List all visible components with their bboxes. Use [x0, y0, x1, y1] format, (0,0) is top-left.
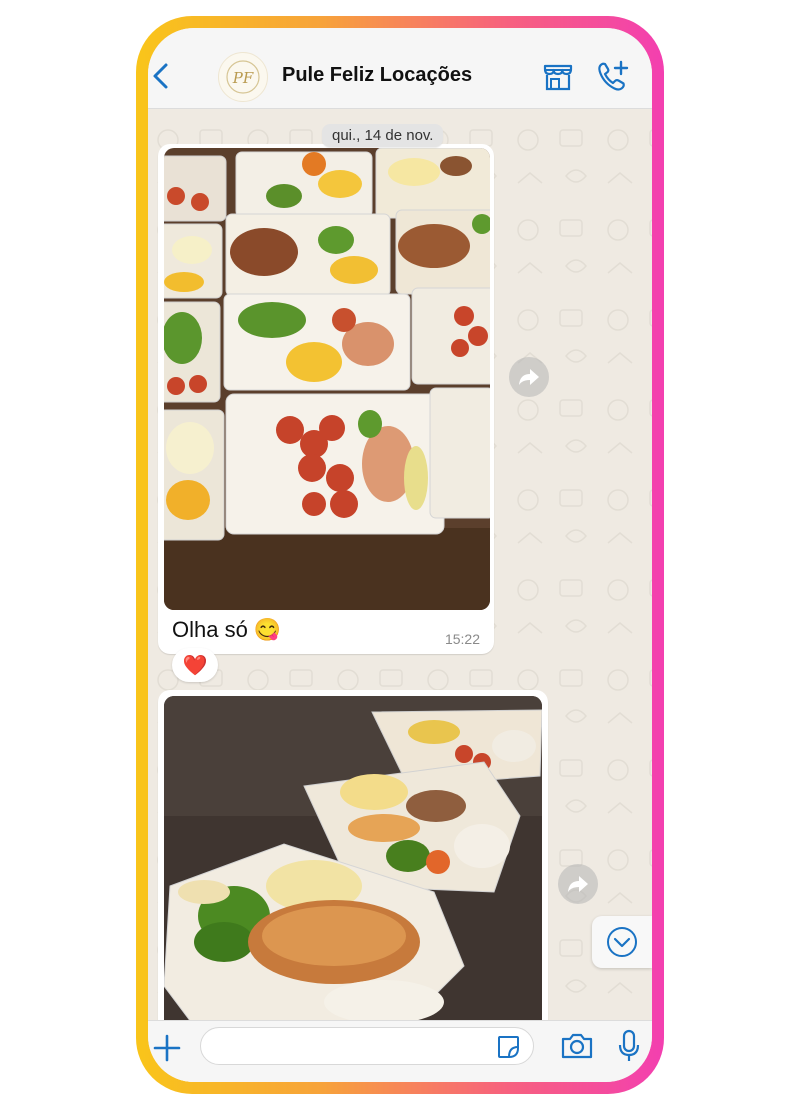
- food-photo[interactable]: [164, 696, 542, 1026]
- message-input[interactable]: [200, 1027, 534, 1065]
- scroll-to-bottom-button[interactable]: [592, 916, 652, 968]
- sticker-icon[interactable]: [495, 1034, 521, 1060]
- heart-icon: ❤️: [182, 654, 208, 677]
- avatar-logo: PF: [226, 60, 260, 94]
- contact-name[interactable]: Pule Feliz Locações: [282, 64, 472, 87]
- forward-button[interactable]: [558, 864, 598, 904]
- chat-header: PF Pule Feliz Locações: [148, 28, 652, 109]
- plus-icon[interactable]: [152, 1033, 182, 1063]
- date-separator: qui., 14 de nov.: [322, 124, 444, 147]
- forward-icon: [519, 369, 539, 385]
- food-photo[interactable]: [164, 148, 490, 610]
- message-caption: Olha só 😋: [172, 617, 282, 642]
- back-chevron-icon[interactable]: [150, 62, 172, 90]
- chat-screen: PF Pule Feliz Locações qui., 14 de nov.: [148, 28, 652, 1082]
- svg-text:PF: PF: [232, 69, 254, 87]
- contact-avatar[interactable]: PF: [218, 52, 268, 102]
- message-input-bar: [148, 1020, 652, 1082]
- forward-button[interactable]: [509, 357, 549, 397]
- meal-containers-image: [164, 696, 542, 1026]
- store-icon[interactable]: [542, 62, 574, 92]
- forward-icon: [568, 876, 588, 892]
- meal-prep-image: [164, 148, 490, 610]
- image-message[interactable]: Olha só 😋 15:22: [158, 144, 494, 654]
- call-add-icon[interactable]: [595, 60, 629, 92]
- camera-icon[interactable]: [560, 1031, 594, 1061]
- heart-reaction[interactable]: ❤️: [172, 648, 218, 682]
- message-time: 15:22: [444, 631, 480, 647]
- chevron-down-circle-icon: [607, 927, 637, 957]
- microphone-icon[interactable]: [618, 1029, 640, 1063]
